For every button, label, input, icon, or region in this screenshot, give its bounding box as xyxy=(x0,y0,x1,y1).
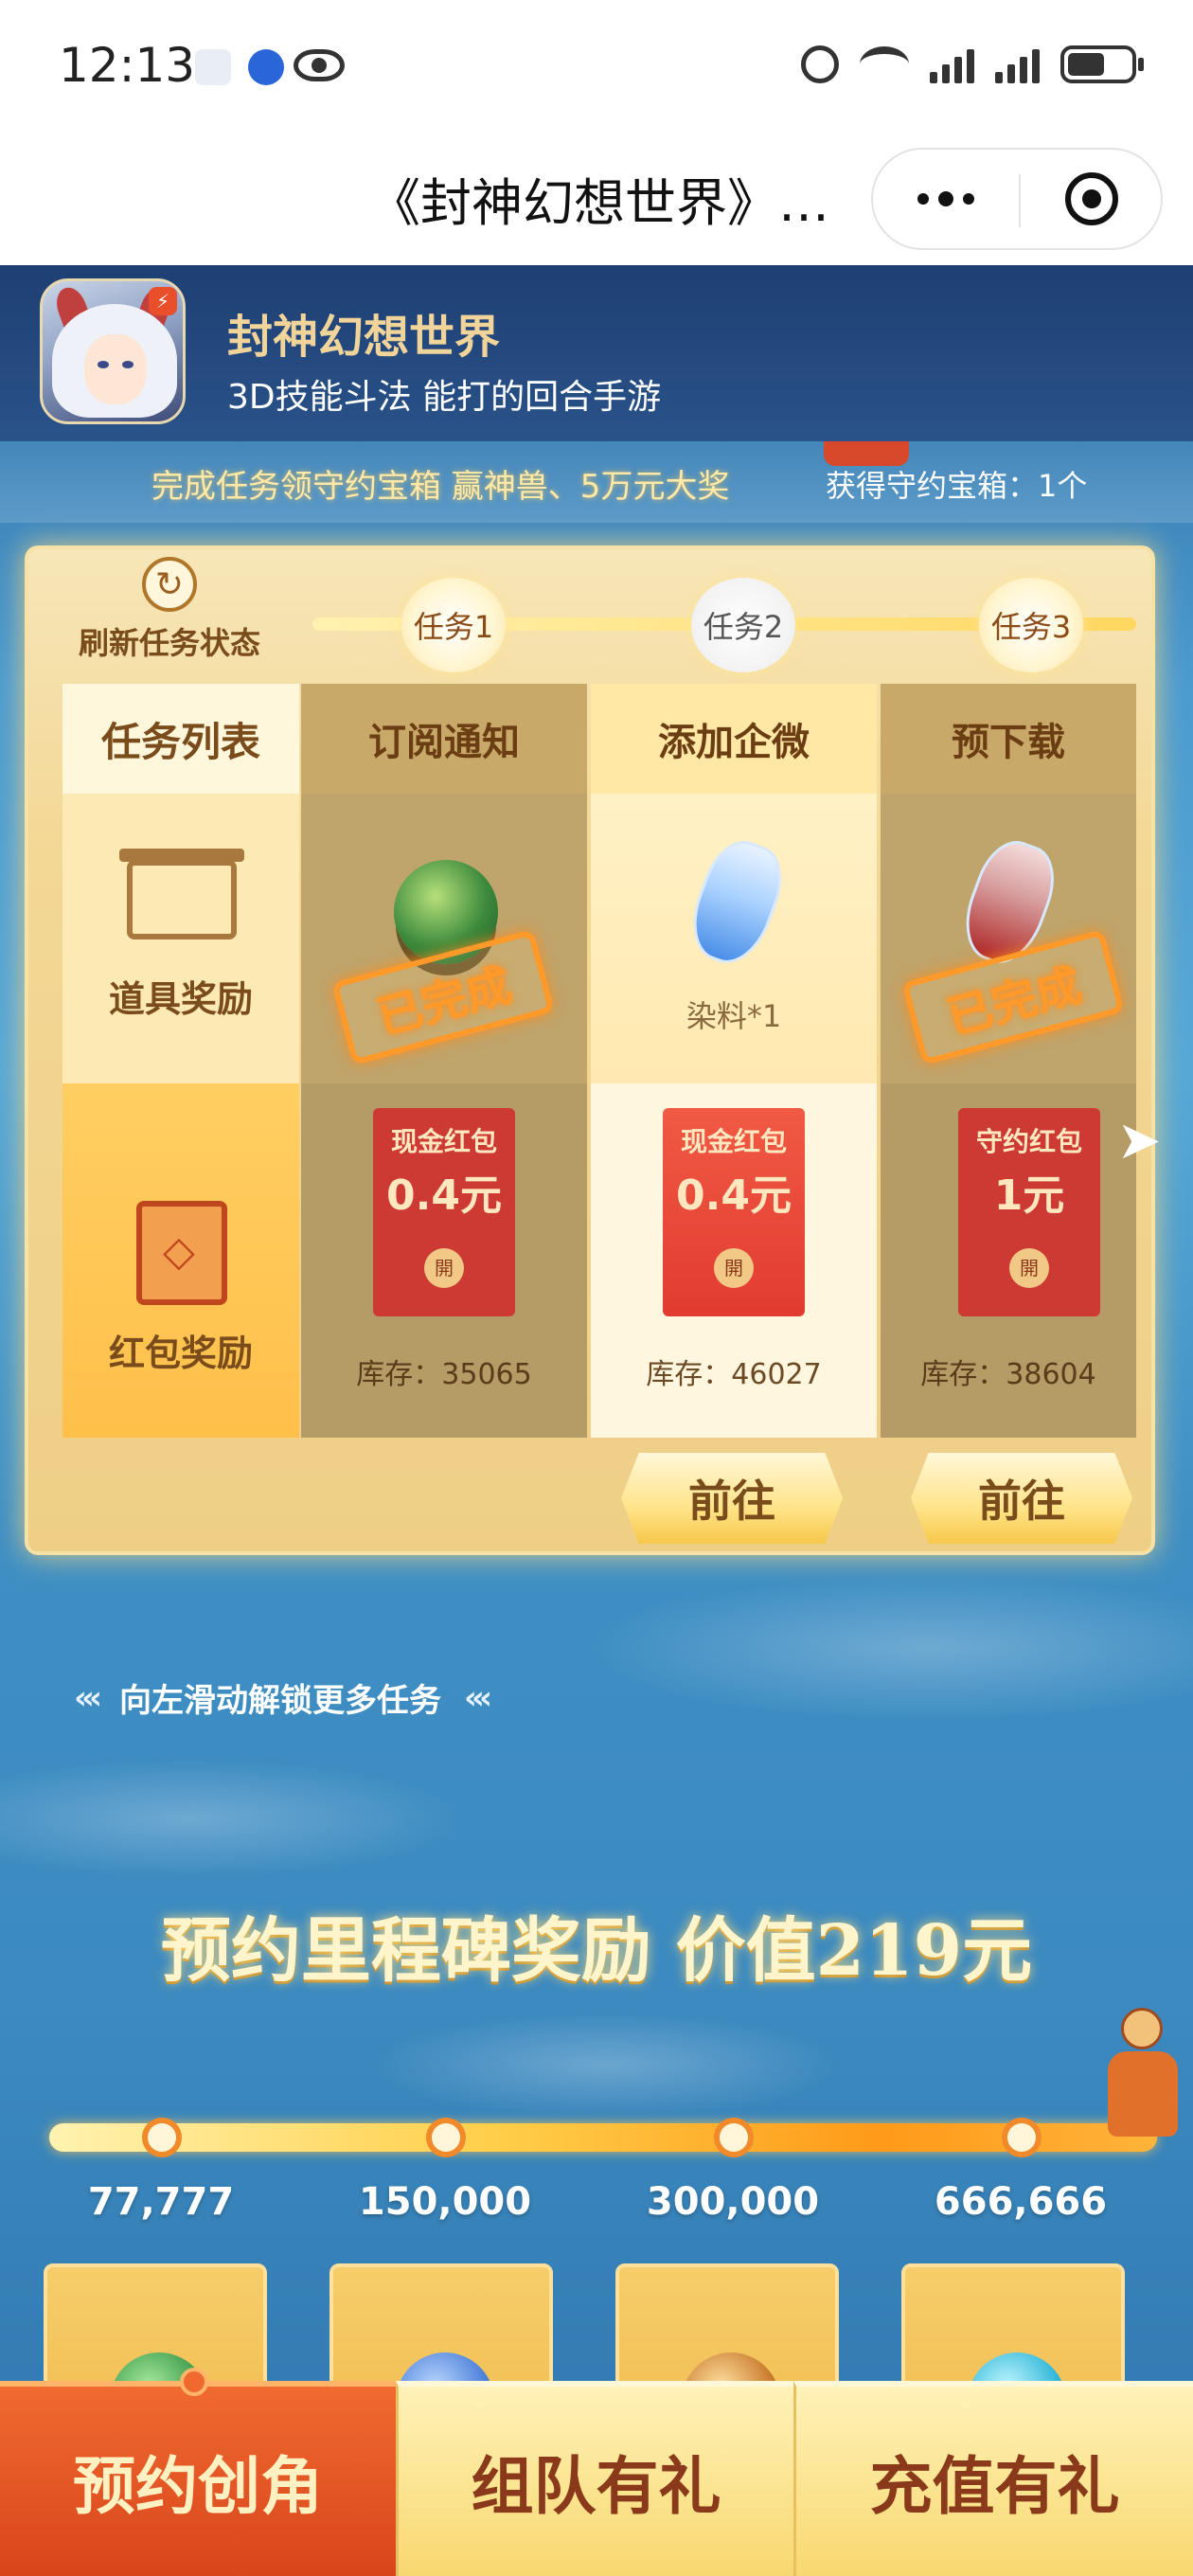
packet-open-icon: 開 xyxy=(424,1248,464,1288)
task-title: 订阅通知 xyxy=(301,684,587,794)
chevrons-left-icon: ‹‹‹ xyxy=(464,1678,492,1717)
packet-title: 现金红包 xyxy=(390,1126,497,1157)
milestone-count: 666,666 xyxy=(934,2180,1108,2224)
milestone-count: 77,777 xyxy=(87,2180,235,2224)
more-button[interactable] xyxy=(873,150,1019,248)
milestone-dot xyxy=(714,2118,754,2157)
vpn-icon xyxy=(248,49,284,85)
page-title: 《封神幻想世界》… xyxy=(369,173,829,233)
title-bar: 《封神幻想世界》… xyxy=(0,133,1193,265)
swipe-hint-text: 向左滑动解锁更多任务 xyxy=(119,1682,442,1720)
milestone-dot xyxy=(426,2118,466,2157)
refresh-status-button[interactable]: ↻ 刷新任务状态 xyxy=(51,557,288,663)
packet-title: 现金红包 xyxy=(680,1126,787,1157)
item-reward-row: 道具奖励 xyxy=(62,794,299,1083)
qq-icon xyxy=(195,49,231,85)
game-page[interactable]: ⚡ 封神幻想世界 3D技能斗法 能打的回合手游 完成任务领守约宝箱 赢神兽、5万… xyxy=(0,265,1193,2576)
task-column-predownload: 预下载 已完成 守约红包 1元 開 库存：38604 xyxy=(881,684,1136,1438)
task-prize: 染料*1 xyxy=(591,794,877,1083)
task-title: 预下载 xyxy=(881,684,1136,794)
tab-team[interactable]: 组队有礼 xyxy=(396,2381,793,2576)
scroll-arrow-icon[interactable]: ➤ xyxy=(1106,1108,1172,1174)
packet-title: 守约红包 xyxy=(975,1126,1082,1157)
close-button[interactable] xyxy=(1021,150,1163,248)
task-subtitle: 完成任务领守约宝箱 赢神兽、5万元大奖 xyxy=(151,468,730,506)
wifi-icon xyxy=(860,46,909,82)
subtitle-row: 完成任务领守约宝箱 赢神兽、5万元大奖 获得守约宝箱：1个 xyxy=(0,441,1193,523)
tab-label: 充值有礼 xyxy=(869,2449,1120,2523)
redpacket-reward-row: 红包奖励 xyxy=(62,1083,299,1438)
stock-count: 库存：38604 xyxy=(920,1358,1096,1391)
packet-amount: 0.4元 xyxy=(386,1172,502,1220)
packet-open-icon: 開 xyxy=(714,1248,754,1288)
red-packet[interactable]: 现金红包 0.4元 開 xyxy=(663,1108,805,1316)
task-column-subscribe: 订阅通知 已完成 现金红包 0.4元 開 库存：35065 xyxy=(301,684,587,1438)
status-bar: 12:13 xyxy=(0,0,1193,133)
app-badge-icon: ⚡ xyxy=(149,287,177,315)
app-description: 3D技能斗法 能打的回合手游 xyxy=(227,378,662,417)
swipe-hint: ‹‹‹ 向左滑动解锁更多任务 ‹‹‹ xyxy=(74,1674,492,1721)
task-title: 添加企微 xyxy=(591,684,877,794)
stock-count: 库存：46027 xyxy=(646,1358,822,1391)
milestone-title: 预约里程碑奖励 价值219元 xyxy=(160,1910,1033,1992)
more-dots-icon xyxy=(917,193,929,205)
refresh-icon: ↻ xyxy=(142,557,197,612)
app-icon[interactable]: ⚡ xyxy=(40,278,186,424)
tab-indicator xyxy=(180,2368,208,2396)
prize-name: 染料*1 xyxy=(686,998,782,1034)
milestone-track xyxy=(49,2123,1157,2152)
battery-icon xyxy=(1060,45,1144,83)
capsule-menu xyxy=(871,148,1163,250)
item-reward-label: 道具奖励 xyxy=(108,977,253,1020)
dye-bottle-icon xyxy=(680,832,793,974)
red-packet[interactable]: 守约红包 1元 開 xyxy=(958,1108,1100,1316)
milestone-dot xyxy=(142,2118,182,2157)
task-cash: 现金红包 0.4元 開 库存：35065 xyxy=(301,1083,587,1438)
chest-count: 获得守约宝箱：1个 xyxy=(826,468,1088,504)
alarm-icon xyxy=(801,45,839,83)
task-cash: 现金红包 0.4元 開 库存：46027 xyxy=(591,1083,877,1438)
task-node-2[interactable]: 任务2 xyxy=(691,578,795,672)
signal-icon xyxy=(995,45,1040,83)
tab-reserve[interactable]: 预约创角 xyxy=(0,2368,396,2576)
refresh-label: 刷新任务状态 xyxy=(78,625,260,661)
goto-button-wecom[interactable]: 前往 xyxy=(621,1453,843,1544)
milestone-count: 300,000 xyxy=(646,2180,820,2224)
task-list-column: 任务列表 道具奖励 红包奖励 xyxy=(62,684,299,1438)
tab-label: 组队有礼 xyxy=(471,2449,721,2523)
task-prize: 已完成 xyxy=(881,794,1136,1083)
goto-button-predownload[interactable]: 前往 xyxy=(911,1453,1132,1544)
signal-icon xyxy=(930,45,974,83)
packet-amount: 0.4元 xyxy=(676,1172,792,1220)
task-list-header: 任务列表 xyxy=(62,684,299,794)
red-packet[interactable]: 现金红包 0.4元 開 xyxy=(373,1108,515,1316)
red-envelope-icon xyxy=(136,1201,227,1305)
task-node-3[interactable]: 任务3 xyxy=(979,578,1083,672)
chevrons-left-icon: ‹‹‹ xyxy=(74,1678,102,1717)
bottom-tab-bar: 预约创角 组队有礼 充值有礼 xyxy=(0,2368,1193,2576)
milestone-count: 150,000 xyxy=(358,2180,532,2224)
task-node-1[interactable]: 任务1 xyxy=(401,578,506,672)
redpacket-reward-label: 红包奖励 xyxy=(108,1332,253,1374)
app-name: 封神幻想世界 xyxy=(227,311,501,364)
stock-count: 库存：35065 xyxy=(356,1358,532,1391)
target-close-icon xyxy=(1065,172,1118,225)
monkey-king-character xyxy=(1089,1998,1193,2150)
eye-icon xyxy=(294,49,345,81)
packet-open-icon: 開 xyxy=(1009,1248,1049,1288)
task-column-wecom: 添加企微 染料*1 现金红包 0.4元 開 库存：46027 xyxy=(591,684,877,1438)
milestone-dot xyxy=(1002,2118,1042,2157)
tab-label: 预约创角 xyxy=(73,2449,323,2523)
packet-amount: 1元 xyxy=(993,1172,1065,1220)
tab-recharge[interactable]: 充值有礼 xyxy=(793,2381,1193,2576)
chest-icon xyxy=(119,849,244,939)
task-prize: 已完成 xyxy=(301,794,587,1083)
status-time: 12:13 xyxy=(59,38,196,93)
game-header[interactable]: ⚡ 封神幻想世界 3D技能斗法 能打的回合手游 xyxy=(0,265,1193,441)
task-cash: 守约红包 1元 開 库存：38604 xyxy=(881,1083,1136,1438)
